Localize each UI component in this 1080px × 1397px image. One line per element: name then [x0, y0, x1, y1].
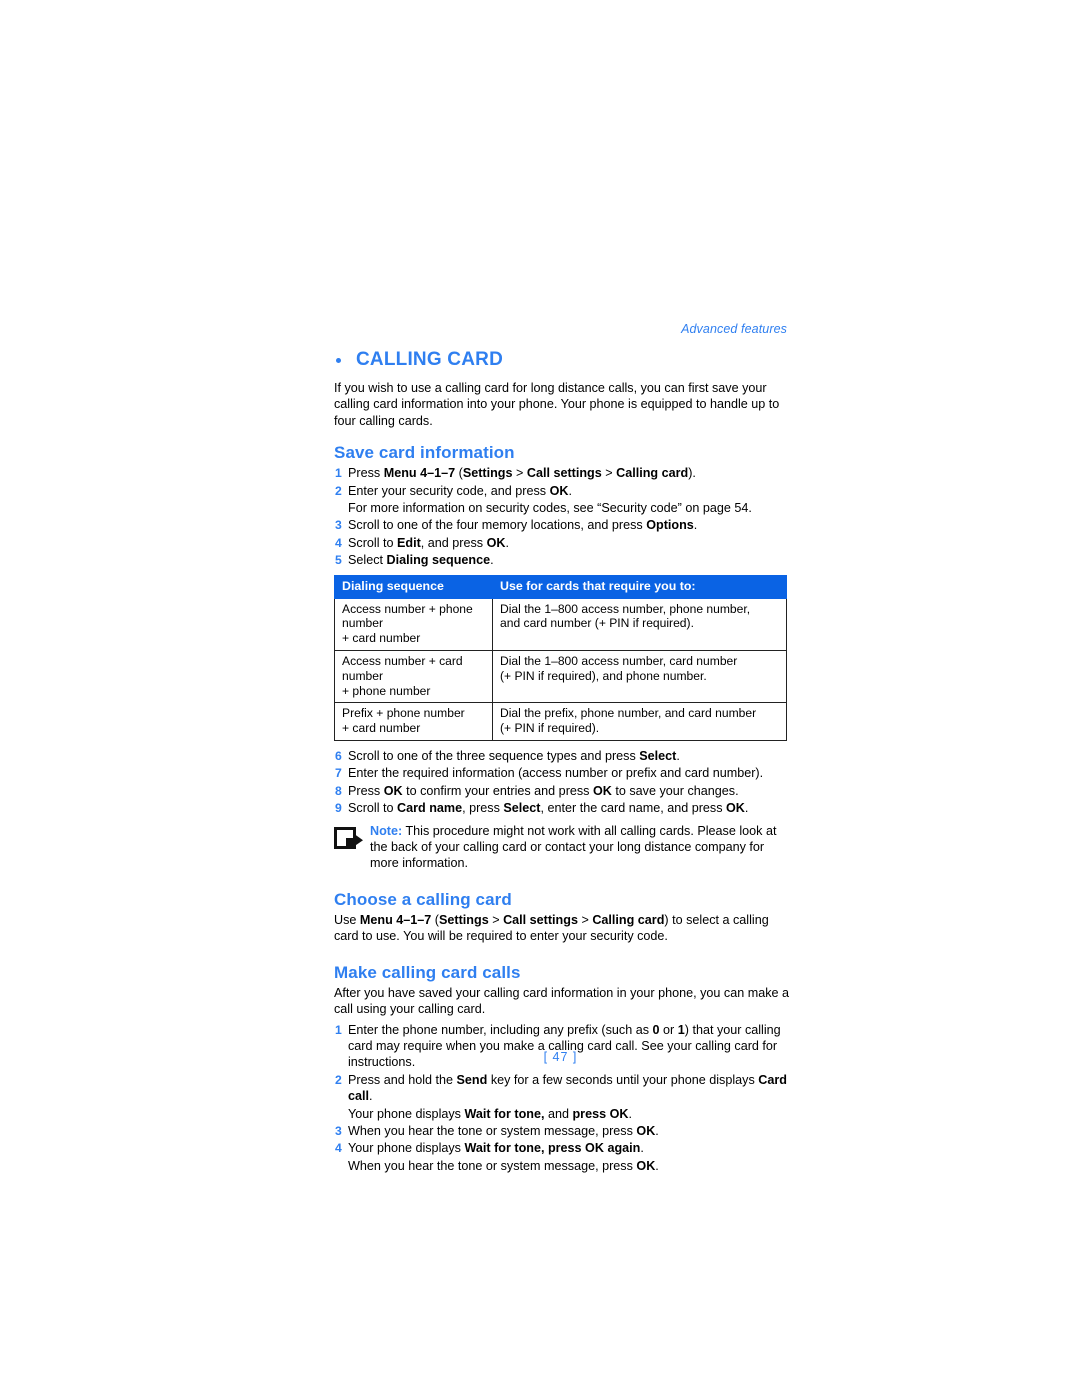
step-text: Enter the required information (access n…: [348, 766, 764, 781]
note-arrow-icon: [334, 826, 366, 851]
page-number: [ 47 ]: [543, 1050, 578, 1064]
table-row: Access number + card number + phone numbe…: [334, 650, 787, 704]
document-page: Advanced features CALLING CARD If you wi…: [0, 0, 1080, 1397]
step-number: 4: [335, 535, 342, 550]
table-col-header-dialing-sequence: Dialing sequence: [334, 574, 493, 599]
step-number: 3: [335, 1123, 342, 1138]
step-item: 3 When you hear the tone or system messag…: [334, 1123, 790, 1139]
save-card-steps-list-continued: 6 Scroll to one of the three sequence typ…: [334, 748, 790, 817]
step-subnote: When you hear the tone or system message…: [348, 1158, 659, 1173]
section-intro-paragraph: If you wish to use a calling card for lo…: [334, 381, 780, 428]
step-number: 4: [335, 1141, 342, 1156]
step-number: 6: [335, 749, 342, 764]
dialing-sequence-table: Dialing sequence Use for cards that requ…: [334, 574, 787, 742]
make-calls-intro-paragraph: After you have saved your calling card i…: [334, 985, 790, 1017]
heading-make-calling-card-calls: Make calling card calls: [334, 962, 521, 982]
note-body: This procedure might not work with all c…: [370, 823, 777, 871]
table-header-row: Dialing sequence Use for cards that requ…: [334, 574, 787, 599]
step-number: 2: [335, 1072, 342, 1087]
bullet-icon: [336, 358, 341, 363]
step-item: 7 Enter the required information (access …: [334, 765, 790, 781]
step-text: Scroll to one of the four memory locatio…: [348, 518, 698, 533]
step-text: Select Dialing sequence.: [348, 553, 494, 568]
step-number: 5: [335, 553, 342, 568]
step-item: 3 Scroll to one of the four memory locati…: [334, 517, 790, 533]
section-title-row: CALLING CARD: [334, 350, 790, 372]
table-cell-description: Dial the 1–800 access number, card numbe…: [492, 650, 787, 704]
step-number: 3: [335, 518, 342, 533]
table-cell-description: Dial the 1–800 access number, phone numb…: [492, 597, 787, 652]
step-item: 1 Press Menu 4–1–7 (Settings > Call setti…: [334, 465, 790, 481]
step-item: 6 Scroll to one of the three sequence typ…: [334, 748, 790, 764]
step-number: 9: [335, 801, 342, 816]
step-item: 9 Scroll to Card name, press Select, ente…: [334, 800, 790, 816]
step-text: Scroll to Card name, press Select, enter…: [348, 801, 749, 816]
step-item: 2 Press and hold the Send key for a few s…: [334, 1072, 790, 1105]
note-label: Note:: [370, 823, 403, 838]
step-subnote: For more information on security codes, …: [348, 501, 752, 516]
table-cell-sequence: Access number + phone number + card numbe…: [334, 597, 493, 652]
step-number: 1: [335, 1022, 342, 1037]
table-cell-sequence: Prefix + phone number + card number: [334, 702, 493, 742]
step-item: 2 Enter your security code, and press OK.: [334, 483, 790, 499]
heading-save-card-information: Save card information: [334, 443, 515, 463]
table-col-header-use-for-cards: Use for cards that require you to:: [492, 574, 787, 599]
table-body: Access number + phone number + card numbe…: [334, 597, 787, 742]
step-text: Your phone displays Wait for tone, press…: [348, 1141, 644, 1156]
step-number: 7: [335, 766, 342, 781]
running-header: Advanced features: [681, 322, 787, 336]
step-text: Scroll to one of the three sequence type…: [348, 749, 680, 764]
step-number: 8: [335, 783, 342, 798]
step-subnote: Your phone displays Wait for tone, and p…: [348, 1106, 632, 1121]
step-item: 8 Press OK to confirm your entries and pr…: [334, 783, 790, 799]
choose-calling-card-paragraph: Use Menu 4–1–7 (Settings > Call settings…: [334, 912, 769, 944]
table-cell-description: Dial the prefix, phone number, and card …: [492, 702, 787, 742]
table-row: Access number + phone number + card numbe…: [334, 597, 787, 652]
step-text: Scroll to Edit, and press OK.: [348, 535, 509, 550]
step-text: When you hear the tone or system message…: [348, 1123, 659, 1138]
save-card-steps-list: 1 Press Menu 4–1–7 (Settings > Call setti…: [334, 465, 790, 568]
step-item: 4 Scroll to Edit, and press OK.: [334, 535, 790, 551]
step-text: Press OK to confirm your entries and pre…: [348, 783, 739, 798]
step-text: Enter your security code, and press OK.: [348, 483, 572, 498]
step-item: 4 Your phone displays Wait for tone, pres…: [334, 1140, 790, 1156]
note-text: Note: This procedure might not work with…: [370, 823, 790, 872]
page-title: CALLING CARD: [356, 349, 503, 370]
table-cell-sequence: Access number + card number + phone numbe…: [334, 650, 493, 704]
step-number: 2: [335, 483, 342, 498]
table-row: Prefix + phone number + card number Dial t…: [334, 702, 787, 742]
step-text: Press Menu 4–1–7 (Settings > Call settin…: [348, 466, 696, 481]
step-item: 5 Select Dialing sequence.: [334, 552, 790, 568]
step-text: Press and hold the Send key for a few se…: [348, 1072, 787, 1104]
note-block: Note: This procedure might not work with…: [334, 823, 790, 872]
make-calls-steps-list: 1 Enter the phone number, including any p…: [334, 1022, 790, 1175]
heading-choose-a-calling-card: Choose a calling card: [334, 889, 512, 909]
step-number: 1: [335, 466, 342, 481]
